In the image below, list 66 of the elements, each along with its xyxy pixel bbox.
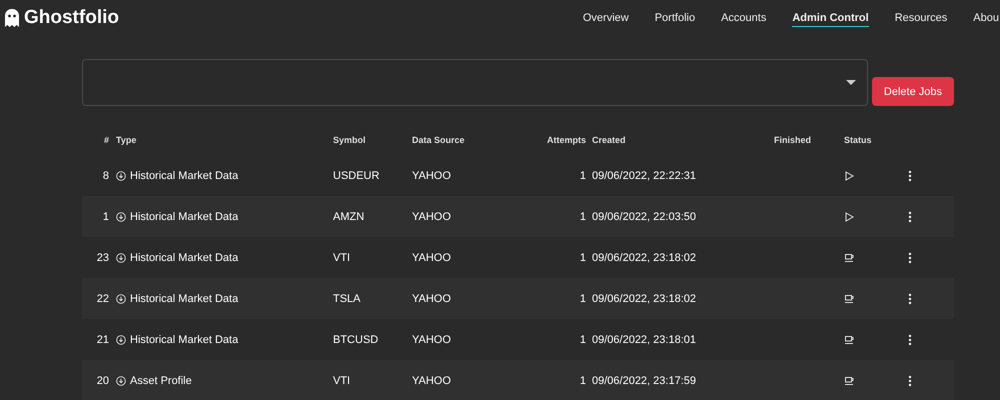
nav-link[interactable]: Accounts — [721, 10, 766, 26]
more-options-icon[interactable] — [908, 210, 912, 222]
table-cell-text: 09/06/2022, 23:18:02 — [592, 292, 697, 304]
table-cell-text: YAHOO — [412, 374, 452, 386]
download-circle-icon — [116, 170, 126, 180]
table-cell-text: 22 — [96, 292, 110, 304]
table-cell-text: 1 — [578, 292, 587, 304]
table-cell-text: 1 — [578, 210, 587, 222]
table-cell-text: YAHOO — [412, 292, 452, 304]
table-cell-text: 21 — [96, 334, 110, 346]
table-cell-text: YAHOO — [412, 210, 452, 222]
nav-link[interactable]: Admin Control — [792, 10, 869, 26]
download-circle-icon — [116, 294, 126, 304]
download-circle-icon — [116, 212, 126, 222]
column-header: Finished — [774, 135, 812, 145]
column-header: Created — [592, 135, 627, 145]
table-cell-text: USDEUR — [333, 170, 380, 182]
table-cell: Historical Market Data — [130, 334, 238, 346]
more-options-icon[interactable] — [908, 252, 912, 264]
table-cell: Historical Market Data — [130, 252, 238, 264]
download-circle-icon — [116, 334, 126, 344]
nav-link[interactable]: Overview — [582, 10, 629, 26]
more-options-icon[interactable] — [908, 374, 912, 386]
ghost-logo-icon — [4, 9, 20, 27]
table-cell-text: YAHOO — [412, 170, 452, 182]
table-cell-text: 1 — [578, 374, 587, 386]
column-header: Data Source — [412, 135, 466, 145]
nav-link[interactable]: Abou — [973, 10, 999, 26]
table-cell: Historical Market Data — [130, 170, 238, 182]
table-cell-text: TSLA — [333, 292, 362, 304]
table-cell-text: VTI — [333, 252, 352, 264]
table-cell-text: YAHOO — [412, 252, 452, 264]
column-header: Attempts — [546, 135, 587, 145]
table-cell-text: 1 — [102, 210, 110, 222]
table-cell-text: 09/06/2022, 22:03:50 — [592, 210, 697, 222]
more-options-icon[interactable] — [908, 170, 912, 182]
table-cell-text: VTI — [333, 374, 352, 386]
table-cell-text: 1 — [578, 334, 587, 346]
table-cell-text: YAHOO — [412, 334, 452, 346]
table-cell-text: AMZN — [333, 210, 366, 222]
table-cell-text: 09/06/2022, 23:18:01 — [592, 334, 697, 346]
column-header: Symbol — [333, 135, 367, 145]
table-cell: Historical Market Data — [130, 210, 238, 222]
more-options-icon[interactable] — [908, 334, 912, 346]
delete-jobs-button[interactable]: Delete Jobs — [872, 77, 954, 106]
table-cell-text: 8 — [102, 170, 110, 182]
download-circle-icon — [116, 376, 126, 386]
table-cell-text: 1 — [578, 170, 587, 182]
table-cell-text: 23 — [96, 252, 110, 264]
column-header: Status — [844, 135, 873, 145]
table-cell-text: 1 — [578, 252, 587, 264]
more-options-icon[interactable] — [908, 292, 912, 304]
table-cell: Historical Market Data — [130, 292, 238, 304]
app-name: Ghostfolio — [24, 7, 119, 29]
column-header: # — [102, 135, 110, 145]
table-cell-text: 09/06/2022, 23:17:59 — [592, 374, 697, 386]
table-cell: Asset Profile — [130, 374, 192, 386]
table-cell-text: 09/06/2022, 22:22:31 — [592, 170, 697, 182]
nav-link[interactable]: Portfolio — [654, 10, 696, 26]
download-circle-icon — [116, 252, 126, 262]
table-cell-text: 20 — [96, 374, 110, 386]
table-cell-text: 09/06/2022, 23:18:02 — [592, 252, 697, 264]
dropdown-caret-icon — [846, 80, 856, 85]
nav-link[interactable]: Resources — [894, 10, 948, 26]
column-header: Type — [116, 135, 138, 145]
table-cell-text: BTCUSD — [333, 334, 380, 346]
